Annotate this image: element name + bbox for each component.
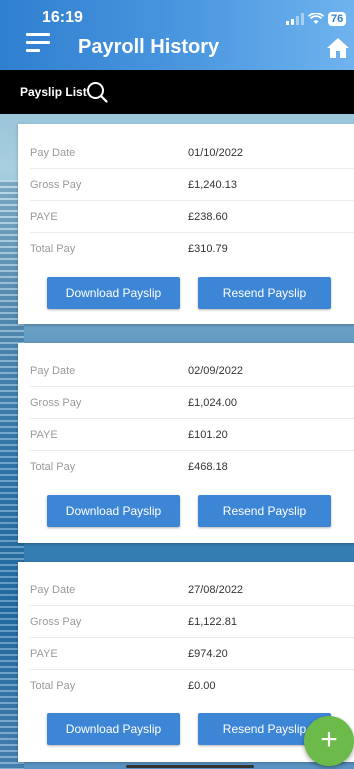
hamburger-icon[interactable] [26,33,50,55]
search-icon[interactable] [86,81,108,103]
pay-date-value: 27/08/2022 [188,584,244,596]
payslip-list-label: Payslip List [20,85,87,99]
paye-value: £974.20 [188,648,228,660]
paye-value: £238.60 [188,211,228,223]
total-pay-value: £468.18 [188,461,228,473]
paye-row: PAYE £238.60 [30,201,354,233]
payslip-card: Pay Date 01/10/2022 Gross Pay £1,240.13 … [18,124,354,324]
total-pay-label: Total Pay [30,680,76,692]
paye-label: PAYE [30,648,58,660]
gross-pay-row: Gross Pay £1,240.13 [30,169,354,201]
download-payslip-button[interactable]: Download Payslip [47,495,180,527]
pay-date-row: Pay Date 02/09/2022 [30,355,354,387]
sub-header: Payslip List [0,70,354,114]
plus-icon: + [320,723,338,756]
wifi-icon [308,13,324,24]
payslip-card: Pay Date 02/09/2022 Gross Pay £1,024.00 … [18,343,354,543]
gross-pay-value: £1,122.81 [188,616,237,628]
gross-pay-label: Gross Pay [30,616,82,628]
battery-indicator: 76 [328,12,347,26]
app-header: 16:19 76 Payroll History [0,0,354,70]
pay-date-label: Pay Date [30,584,76,596]
download-payslip-button[interactable]: Download Payslip [47,713,180,745]
home-icon[interactable] [326,36,350,60]
total-pay-row: Total Pay £0.00 [30,670,354,702]
pay-date-value: 02/09/2022 [188,365,244,377]
pay-date-row: Pay Date 01/10/2022 [30,137,354,169]
home-indicator [126,765,254,768]
pay-date-label: Pay Date [30,365,76,377]
status-icons: 76 [286,12,347,26]
gross-pay-value: £1,240.13 [188,179,237,191]
paye-value: £101.20 [188,429,228,441]
payslip-card: Pay Date 27/08/2022 Gross Pay £1,122.81 … [18,562,354,762]
paye-label: PAYE [30,211,58,223]
paye-label: PAYE [30,429,58,441]
resend-payslip-button[interactable]: Resend Payslip [198,277,331,309]
total-pay-value: £0.00 [188,680,216,692]
gross-pay-label: Gross Pay [30,179,82,191]
status-time: 16:19 [42,9,83,26]
gross-pay-row: Gross Pay £1,122.81 [30,606,354,638]
total-pay-label: Total Pay [30,243,76,255]
page-title: Payroll History [78,36,220,58]
paye-row: PAYE £101.20 [30,419,354,451]
pay-date-row: Pay Date 27/08/2022 [30,574,354,606]
total-pay-label: Total Pay [30,461,76,473]
total-pay-row: Total Pay £468.18 [30,451,354,483]
download-payslip-button[interactable]: Download Payslip [47,277,180,309]
gross-pay-label: Gross Pay [30,397,82,409]
pay-date-label: Pay Date [30,147,76,159]
paye-row: PAYE £974.20 [30,638,354,670]
total-pay-value: £310.79 [188,243,228,255]
resend-payslip-button[interactable]: Resend Payslip [198,495,331,527]
add-button[interactable]: + [304,716,354,766]
pay-date-value: 01/10/2022 [188,147,244,159]
gross-pay-value: £1,024.00 [188,397,237,409]
gross-pay-row: Gross Pay £1,024.00 [30,387,354,419]
signal-icon [286,13,304,25]
total-pay-row: Total Pay £310.79 [30,233,354,265]
